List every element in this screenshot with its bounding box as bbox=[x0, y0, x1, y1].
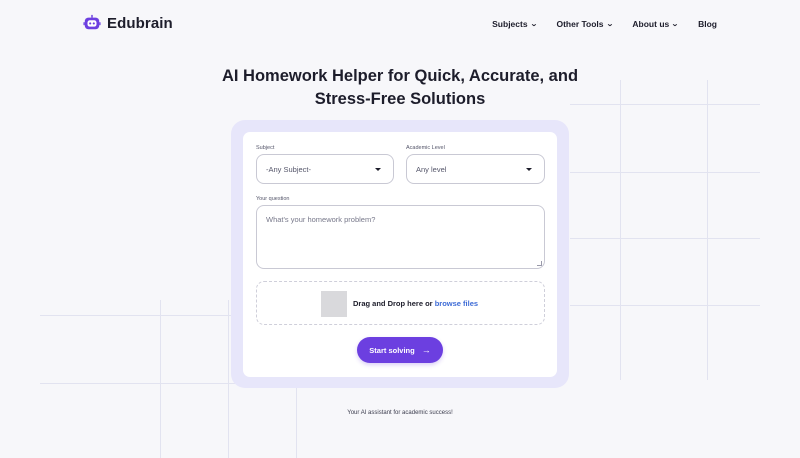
grid-line bbox=[160, 300, 161, 458]
grid-line bbox=[40, 315, 240, 316]
grid-line bbox=[707, 80, 708, 380]
chevron-down-icon: ⌄ bbox=[671, 20, 679, 28]
browse-files-link[interactable]: browse files bbox=[435, 299, 478, 308]
chevron-down-icon: ⌄ bbox=[529, 20, 538, 28]
grid-line bbox=[570, 305, 760, 306]
start-solving-button[interactable]: Start solving → bbox=[357, 337, 443, 363]
site-header: Edubrain Subjects ⌄ Other Tools ⌄ About … bbox=[0, 0, 800, 50]
arrow-right-icon: → bbox=[421, 344, 431, 355]
grid-line bbox=[570, 238, 760, 239]
subject-select-value: -Any Subject- bbox=[266, 164, 312, 174]
grid-line bbox=[620, 80, 621, 380]
start-solving-label: Start solving bbox=[369, 345, 415, 355]
nav-item-blog[interactable]: Blog bbox=[698, 19, 717, 29]
main-nav: Subjects ⌄ Other Tools ⌄ About us ⌄ Blog bbox=[492, 19, 717, 29]
nav-item-label: Other Tools bbox=[556, 19, 604, 29]
caret-down-icon bbox=[375, 167, 381, 171]
nav-item-label: Subjects bbox=[492, 19, 528, 29]
chevron-down-icon: ⌄ bbox=[605, 20, 614, 28]
nav-item-label: Blog bbox=[698, 19, 717, 29]
subject-select[interactable]: -Any Subject- bbox=[256, 154, 394, 184]
page-title: AI Homework Helper for Quick, Accurate, … bbox=[0, 65, 800, 111]
nav-item-about-us[interactable]: About us ⌄ bbox=[632, 19, 679, 29]
grid-line bbox=[228, 300, 229, 458]
nav-item-subjects[interactable]: Subjects ⌄ bbox=[492, 19, 538, 29]
resize-handle-icon[interactable] bbox=[537, 261, 542, 266]
drop-instruction: Drag and Drop here or bbox=[353, 299, 435, 308]
question-input[interactable]: What's your homework problem? bbox=[256, 205, 545, 269]
robot-face-icon bbox=[83, 14, 101, 30]
tagline: Your AI assistant for academic success! bbox=[347, 410, 453, 416]
caret-down-icon bbox=[526, 167, 532, 171]
grid-line bbox=[570, 172, 760, 173]
page-title-line-2: Stress-Free Solutions bbox=[314, 90, 486, 108]
academic-level-select[interactable]: Any level bbox=[406, 154, 545, 184]
grid-line bbox=[296, 380, 297, 458]
question-placeholder: What's your homework problem? bbox=[266, 215, 376, 224]
file-drop-zone[interactable]: Drag and Drop here or browse files bbox=[256, 281, 545, 325]
grid-line bbox=[40, 383, 240, 384]
academic-level-label: Academic Level bbox=[406, 145, 445, 151]
nav-item-label: About us bbox=[632, 19, 670, 29]
drop-zone-text: Drag and Drop here or browse files bbox=[353, 299, 478, 308]
brand-logo[interactable]: Edubrain bbox=[83, 14, 173, 32]
brand-name: Edubrain bbox=[107, 14, 173, 32]
upload-placeholder-image bbox=[321, 291, 347, 317]
question-label: Your question bbox=[256, 196, 290, 202]
page-title-line-1: AI Homework Helper for Quick, Accurate, … bbox=[221, 67, 579, 85]
academic-level-select-value: Any level bbox=[416, 164, 447, 174]
subject-label: Subject bbox=[256, 145, 275, 151]
nav-item-other-tools[interactable]: Other Tools ⌄ bbox=[556, 19, 614, 29]
